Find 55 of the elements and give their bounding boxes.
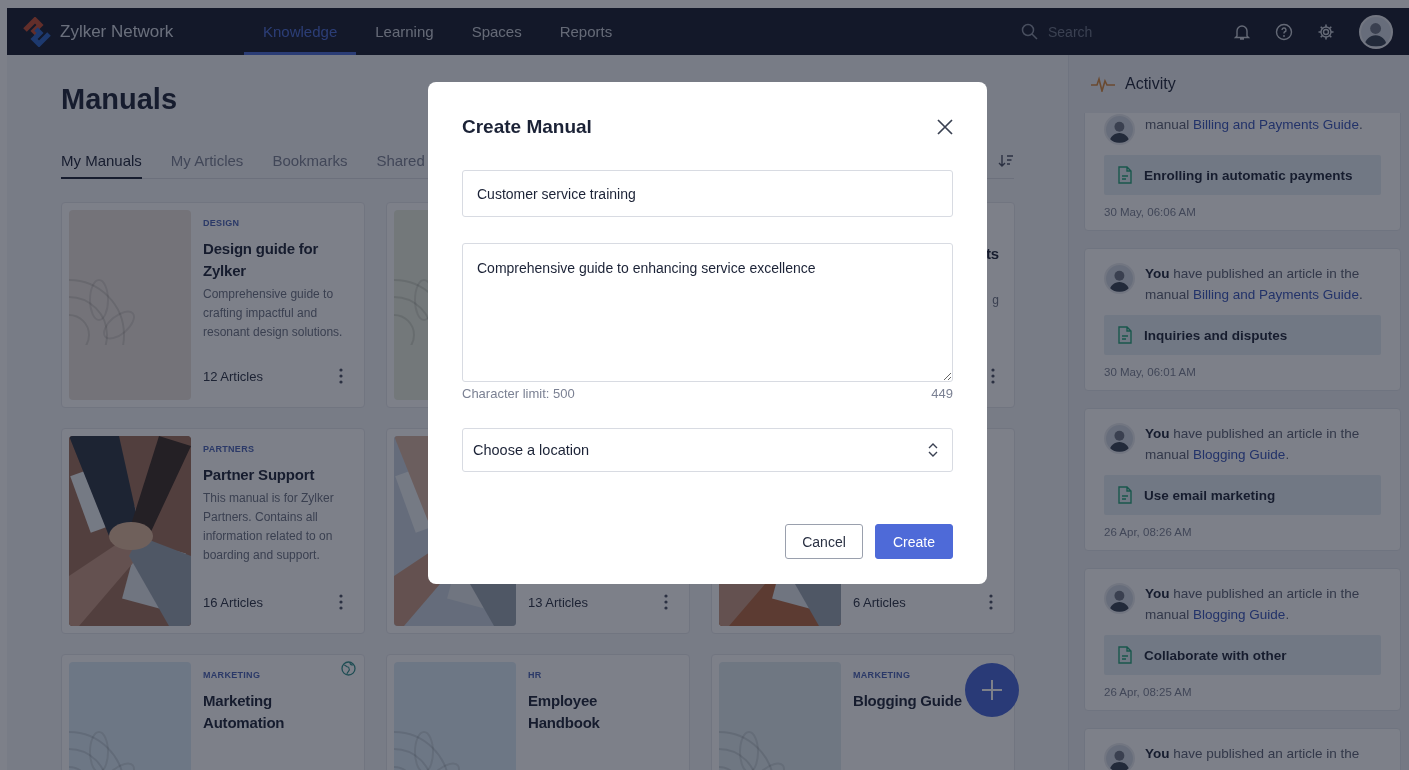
manual-title: Partner Support	[203, 465, 316, 485]
activity-text: You have published an article in the manual Blogging Guide.	[1145, 425, 1361, 464]
manual-card[interactable]: HR Employee Handbook	[386, 654, 690, 770]
nav-tab[interactable]: Reports	[540, 8, 632, 55]
manual-card[interactable]: DESIGN Design guide for Zylker Comprehensive guide to crafting impactful and resonant design solutions. 12 Articles	[61, 202, 365, 408]
manual-link[interactable]: Blogging Guide	[1193, 607, 1286, 622]
cancel-button[interactable]: Cancel	[785, 524, 863, 559]
manual-description: This manual is for Zylker Partners. Contains all information related to on boarding and support.	[203, 490, 335, 564]
article-count: 12 Articles	[203, 368, 263, 384]
article-count: 6 Articles	[853, 594, 906, 610]
tab[interactable]: My Manuals	[61, 152, 142, 179]
name-field[interactable]: Customer service training	[462, 170, 953, 217]
article-chip[interactable]: Collaborate with other	[1104, 635, 1381, 675]
manual-title: ts	[986, 244, 999, 264]
activity-text: You have published an article in the manual Billing and Payments Guide.	[1145, 265, 1364, 304]
nav-tab[interactable]: Learning	[356, 8, 453, 55]
panel-title: Activity	[1125, 75, 1176, 93]
create-button[interactable]: Create	[875, 524, 953, 559]
character-count: 449	[931, 386, 953, 401]
activity-time: 30 May, 06:06 AM	[1104, 205, 1197, 219]
category-label: DESIGN	[203, 218, 241, 228]
manual-description: Comprehensive guide to crafting impactful and resonant design solutions.	[203, 286, 344, 341]
description-field[interactable]: Comprehensive guide to enhancing service excellence	[462, 243, 953, 382]
page-title: Manuals	[61, 83, 178, 117]
manual-title: Employee Handbook	[528, 691, 601, 733]
article-chip[interactable]: Use email marketing	[1104, 475, 1381, 515]
character-limit: Character limit: 500	[462, 386, 575, 401]
manual-link[interactable]: Billing and Payments Guide	[1193, 117, 1359, 132]
dialog-title: Create Manual	[462, 116, 592, 138]
activity-time: 30 May, 06:01 AM	[1104, 365, 1197, 379]
activity-text: You have published an article in the	[1145, 745, 1360, 763]
activity-text: You have published an article in the manual Blogging Guide.	[1145, 585, 1361, 624]
manual-card[interactable]: MARKETING Blogging Guide	[711, 654, 1015, 770]
location-select[interactable]: Choose a location	[462, 428, 953, 472]
manual-description: g	[992, 292, 999, 309]
manual-title: Blogging Guide	[853, 691, 963, 711]
article-chip[interactable]: Inquiries and disputes	[1104, 315, 1381, 355]
manual-card[interactable]: PARTNERS Partner Support This manual is for Zylker Partners. Contains all information related to on boarding and support. 16 Articles	[61, 428, 365, 634]
manual-title: Marketing Automation	[203, 691, 286, 733]
category-label: PARTNERS	[203, 444, 256, 454]
activity-time: 26 Apr, 08:26 AM	[1104, 525, 1193, 539]
article-count: 13 Articles	[528, 594, 588, 610]
activity-text: manual Billing and Payments Guide.	[1145, 116, 1363, 134]
article-count: 16 Articles	[203, 594, 263, 610]
manual-link[interactable]: Billing and Payments Guide	[1193, 287, 1359, 302]
activity-time: 26 Apr, 08:25 AM	[1104, 685, 1193, 699]
nav-tab[interactable]: Spaces	[452, 8, 541, 55]
manual-title: Design guide for Zylker	[203, 239, 320, 281]
category-label: HR	[528, 670, 543, 680]
category-label: MARKETING	[203, 670, 262, 680]
article-chip[interactable]: Enrolling in automatic payments	[1104, 155, 1381, 195]
category-label: MARKETING	[853, 670, 912, 680]
manual-card[interactable]: MARKETING Marketing Automation	[61, 654, 365, 770]
brand-name: Zylker Network	[60, 21, 174, 42]
manual-link[interactable]: Blogging Guide	[1193, 447, 1286, 462]
